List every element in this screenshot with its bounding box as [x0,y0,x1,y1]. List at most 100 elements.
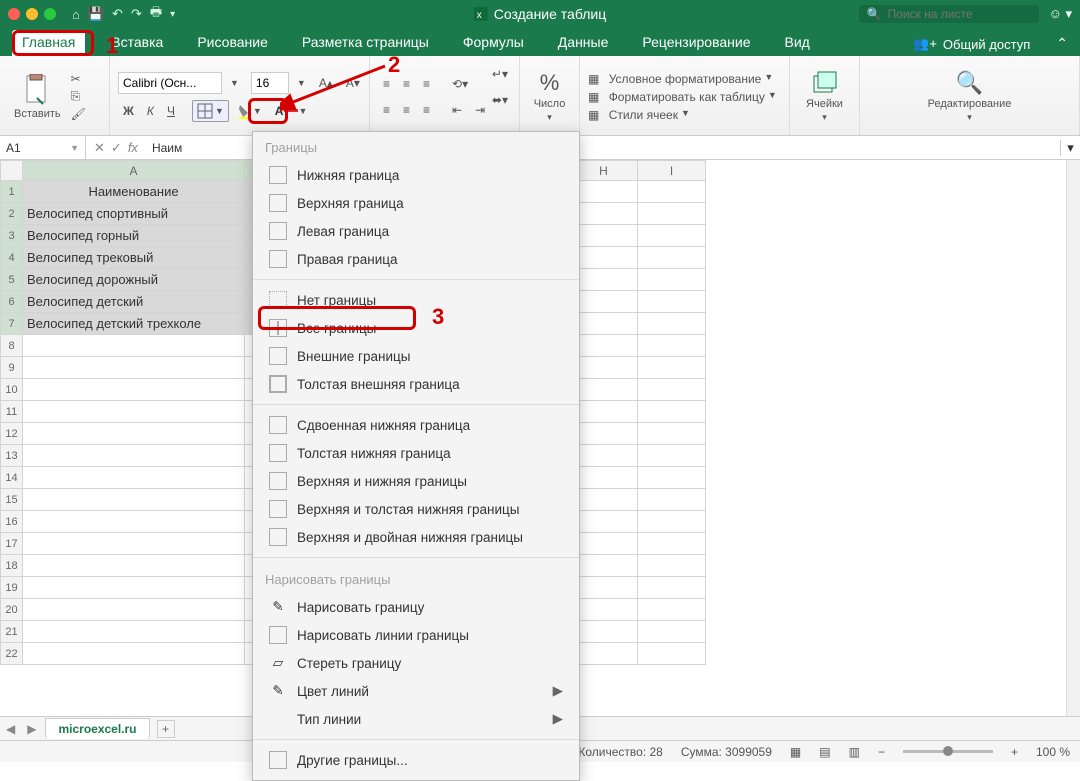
cell[interactable]: Велосипед трековый [23,247,245,269]
cut-icon[interactable]: ✂ [71,72,86,86]
sheet-tab[interactable]: microexcel.ru [45,718,149,739]
decrease-indent-icon[interactable]: ⇤ [447,100,467,120]
row-header[interactable]: 17 [1,533,23,555]
tab-draw[interactable]: Рисование [189,30,276,56]
menu-item-line-color[interactable]: ✎Цвет линий▶ [253,677,579,705]
paste-button[interactable]: Вставить [8,72,67,122]
view-page-layout-icon[interactable]: ▤ [819,745,830,759]
row-header[interactable]: 12 [1,423,23,445]
row-header[interactable]: 7 [1,313,23,335]
next-sheet-icon[interactable]: ▶ [21,722,42,736]
menu-item-thick-outside[interactable]: Толстая внешняя граница [253,370,579,398]
row-header[interactable]: 3 [1,225,23,247]
row-header[interactable]: 14 [1,467,23,489]
bold-button[interactable]: Ж [118,101,139,121]
cell[interactable]: Велосипед детский трехколе [23,313,245,335]
search-input[interactable] [888,7,1031,21]
row-header[interactable]: 15 [1,489,23,511]
menu-item-line-style[interactable]: Тип линии▶ [253,705,579,733]
menu-item-bottom-border[interactable]: Нижняя граница [253,161,579,189]
align-right-icon[interactable]: ≡ [418,100,435,120]
menu-item-thick-bottom[interactable]: Толстая нижняя граница [253,439,579,467]
close-window[interactable] [8,8,20,20]
menu-item-draw-grid[interactable]: Нарисовать линии границы [253,621,579,649]
row-header[interactable]: 20 [1,599,23,621]
menu-item-left-border[interactable]: Левая граница [253,217,579,245]
row-header[interactable]: 13 [1,445,23,467]
view-normal-icon[interactable]: ▦ [790,745,801,759]
menu-item-erase-border[interactable]: ▱Стереть границу [253,649,579,677]
add-sheet-button[interactable]: + [157,720,175,738]
cell[interactable]: Велосипед дорожный [23,269,245,291]
enter-formula-icon[interactable]: ✓ [111,140,122,156]
print-icon[interactable]: 🖶 [150,3,162,25]
expand-formula-bar-icon[interactable]: ▾ [1060,140,1080,156]
col-header[interactable]: I [638,161,706,181]
row-header[interactable]: 19 [1,577,23,599]
row-header[interactable]: 9 [1,357,23,379]
zoom-window[interactable] [44,8,56,20]
row-header[interactable]: 18 [1,555,23,577]
row-header[interactable]: 21 [1,621,23,643]
prev-sheet-icon[interactable]: ◀ [0,722,21,736]
menu-item-right-border[interactable]: Правая граница [253,245,579,273]
save-icon[interactable]: 💾 [88,6,104,22]
tab-layout[interactable]: Разметка страницы [294,30,437,56]
menu-item-draw-border[interactable]: ✎Нарисовать границу [253,593,579,621]
cell[interactable]: Наименование [23,181,245,203]
menu-item-top-thick-bottom[interactable]: Верхняя и толстая нижняя границы [253,495,579,523]
home-icon[interactable]: ⌂ [72,7,80,22]
cells-button[interactable]: Ячейки ▾ [798,68,851,125]
zoom-slider[interactable] [903,750,993,753]
wrap-text-icon[interactable]: ↵▾ [487,64,513,84]
number-format-button[interactable]: % Число ▾ [528,68,571,125]
name-box[interactable]: A1▼ [0,136,86,159]
zoom-out-icon[interactable]: − [878,745,885,759]
conditional-formatting-button[interactable]: ▦ Условное форматирование ▼ [588,72,781,86]
font-name-drop-icon[interactable]: ▼ [225,72,244,94]
row-header[interactable]: 16 [1,511,23,533]
align-bottom-icon[interactable]: ≡ [418,74,435,94]
undo-icon[interactable]: ↶ [112,6,123,22]
borders-button[interactable]: ▼ [192,100,229,122]
row-header[interactable]: 8 [1,335,23,357]
font-name-combo[interactable] [118,72,222,94]
tab-data[interactable]: Данные [550,30,617,56]
user-icon[interactable]: ☺ ▾ [1049,6,1072,22]
orientation-icon[interactable]: ⟲▾ [447,74,473,94]
cell-styles-button[interactable]: ▦ Стили ячеек ▼ [588,108,781,122]
format-painter-icon[interactable]: 🖌 [71,107,86,121]
zoom-in-icon[interactable]: + [1011,745,1018,759]
col-header[interactable]: A [23,161,245,181]
menu-item-top-border[interactable]: Верхняя граница [253,189,579,217]
view-page-break-icon[interactable]: ▥ [849,745,860,759]
tab-formulas[interactable]: Формулы [455,30,532,56]
vertical-scrollbar[interactable] [1066,160,1080,716]
row-header[interactable]: 2 [1,203,23,225]
menu-item-double-bottom[interactable]: Сдвоенная нижняя граница [253,411,579,439]
minimize-window[interactable] [26,8,38,20]
row-header[interactable]: 1 [1,181,23,203]
italic-button[interactable]: К [142,101,159,121]
search-box[interactable]: 🔍 [859,5,1039,23]
collapse-ribbon-icon[interactable]: ⌃ [1056,35,1068,56]
share-button[interactable]: 👥+ Общий доступ [913,36,1030,56]
cancel-formula-icon[interactable]: ✕ [94,140,105,156]
tab-view[interactable]: Вид [777,30,818,56]
qat-more-icon[interactable]: ▾ [170,9,175,20]
row-header[interactable]: 4 [1,247,23,269]
underline-button[interactable]: Ч [162,101,180,121]
cell[interactable]: Велосипед горный [23,225,245,247]
select-all-corner[interactable] [1,161,23,181]
cell[interactable]: Велосипед детский [23,291,245,313]
menu-item-top-bottom[interactable]: Верхняя и нижняя границы [253,467,579,495]
align-center-icon[interactable]: ≡ [398,100,415,120]
redo-icon[interactable]: ↷ [131,6,142,22]
cell[interactable]: Велосипед спортивный [23,203,245,225]
merge-cells-icon[interactable]: ⬌▾ [487,90,513,110]
editing-button[interactable]: 🔍 Редактирование ▾ [868,68,1071,125]
row-header[interactable]: 22 [1,643,23,665]
menu-item-top-double-bottom[interactable]: Верхняя и двойная нижняя границы [253,523,579,551]
fx-icon[interactable]: fx [128,140,138,156]
format-as-table-button[interactable]: ▦ Форматировать как таблицу ▼ [588,90,781,104]
